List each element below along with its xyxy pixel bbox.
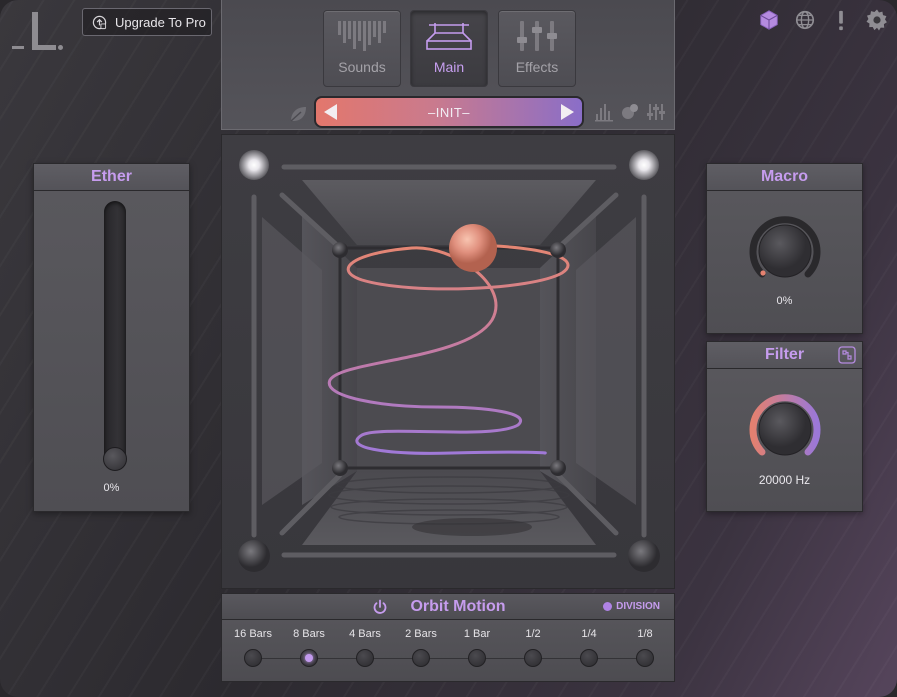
- rate-option[interactable]: [412, 649, 430, 667]
- nav-panel: Sounds Main Effects –INIT–: [221, 0, 675, 130]
- filter-value: 20000 Hz: [758, 473, 811, 487]
- tab-main-label: Main: [433, 59, 465, 75]
- preset-next-icon[interactable]: [560, 104, 574, 120]
- rate-label[interactable]: 1 Bar: [449, 628, 505, 640]
- effects-icon: [517, 21, 557, 51]
- link-icon[interactable]: [838, 346, 856, 364]
- rate-option[interactable]: [300, 649, 318, 667]
- rate-label[interactable]: 1/2: [505, 628, 561, 640]
- preset-prev-icon[interactable]: [324, 104, 337, 120]
- sounds-icon: [338, 21, 386, 51]
- alert-icon[interactable]: [829, 8, 853, 32]
- ether-slider-thumb[interactable]: [103, 447, 127, 471]
- division-indicator: [603, 602, 613, 611]
- leaf-icon[interactable]: [288, 104, 308, 124]
- globe-icon[interactable]: [793, 8, 817, 32]
- top-icons: [757, 8, 889, 32]
- filter-knob[interactable]: [745, 389, 825, 469]
- upgrade-label: Upgrade To Pro: [115, 14, 206, 30]
- macro-value: 0%: [776, 295, 793, 307]
- rate-label[interactable]: 2 Bars: [393, 628, 449, 640]
- orbit-visualizer[interactable]: [221, 134, 675, 589]
- rate-option[interactable]: [524, 649, 542, 667]
- ether-panel: Ether 0%: [33, 163, 190, 512]
- preset-selector[interactable]: –INIT–: [314, 96, 584, 128]
- rate-label[interactable]: 16 Bars: [225, 628, 281, 640]
- ether-slider-track[interactable]: [104, 201, 126, 469]
- orbit-motion-header: Orbit Motion DIVISION: [221, 593, 675, 620]
- rate-label[interactable]: 1/8: [617, 628, 673, 640]
- app-window: Upgrade To Pro Sounds Main Effects –INIT…: [0, 0, 897, 697]
- division-toggle[interactable]: DIVISION: [603, 601, 660, 612]
- rate-option[interactable]: [356, 649, 374, 667]
- shapes-icon[interactable]: [620, 102, 640, 122]
- tab-sounds[interactable]: Sounds: [323, 10, 401, 87]
- rate-label[interactable]: 8 Bars: [281, 628, 337, 640]
- logo: [12, 12, 64, 56]
- rate-option[interactable]: [468, 649, 486, 667]
- upgrade-icon: [91, 14, 107, 30]
- tool-icons: [594, 102, 666, 122]
- macro-panel: Macro 0%: [706, 163, 863, 334]
- macro-title: Macro: [707, 164, 862, 191]
- macro-knob[interactable]: [745, 211, 825, 291]
- filter-panel: Filter 20000 Hz: [706, 341, 863, 512]
- tab-main[interactable]: Main: [410, 10, 488, 87]
- gear-icon[interactable]: [865, 8, 889, 32]
- rate-label[interactable]: 1/4: [561, 628, 617, 640]
- cube-icon[interactable]: [757, 8, 781, 32]
- rate-label[interactable]: 4 Bars: [337, 628, 393, 640]
- orbit-cube-svg: [238, 150, 660, 572]
- upgrade-button[interactable]: Upgrade To Pro: [82, 8, 212, 36]
- ether-value: 0%: [103, 482, 120, 494]
- orbit-rate-selector: 16 Bars 8 Bars 4 Bars 2 Bars 1 Bar 1/2 1/4 1/8: [221, 620, 675, 682]
- tab-effects-label: Effects: [515, 59, 559, 75]
- bars-icon[interactable]: [594, 102, 614, 122]
- tab-effects[interactable]: Effects: [498, 10, 576, 87]
- rate-option[interactable]: [636, 649, 654, 667]
- orbit-orb[interactable]: [449, 224, 497, 272]
- division-label: DIVISION: [616, 601, 660, 612]
- tab-sounds-label: Sounds: [338, 59, 386, 75]
- mixer-icon[interactable]: [646, 102, 666, 122]
- preset-name: –INIT–: [427, 104, 470, 120]
- rate-option[interactable]: [244, 649, 262, 667]
- main-cube-icon: [426, 23, 472, 50]
- rate-option[interactable]: [580, 649, 598, 667]
- ether-title: Ether: [34, 164, 189, 191]
